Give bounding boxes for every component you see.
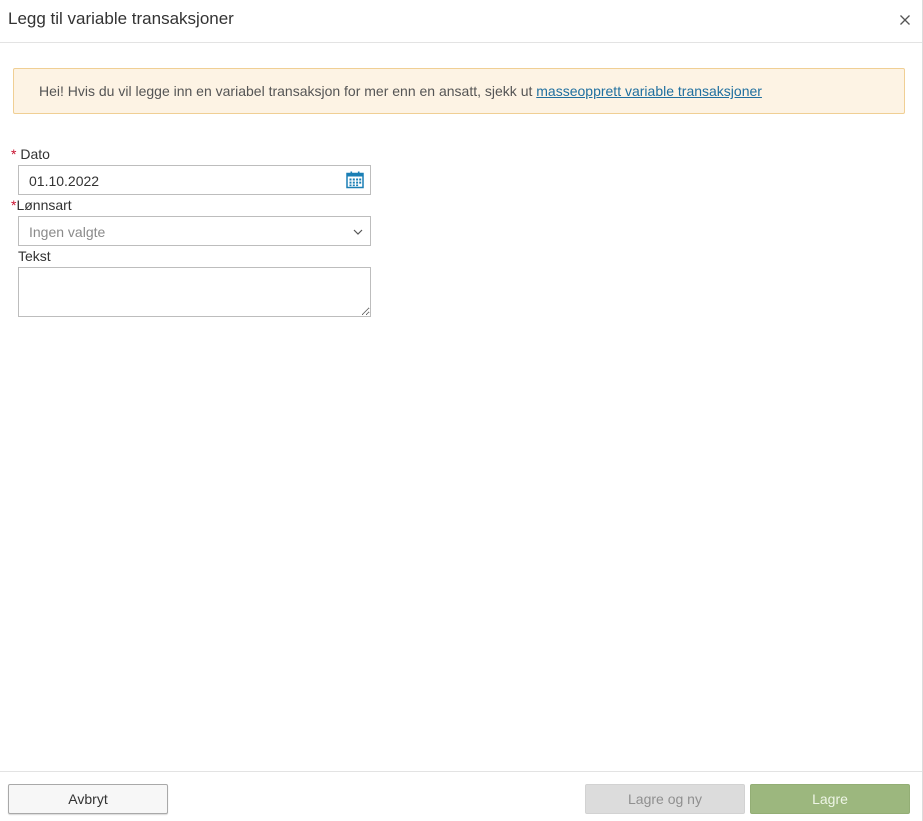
cancel-button[interactable]: Avbryt [8, 784, 168, 814]
text-input[interactable] [18, 267, 371, 317]
date-label-text: Dato [20, 146, 50, 162]
pay-type-label-text: Lønnsart [16, 197, 72, 213]
dialog-footer: Avbryt Lagre og ny Lagre [0, 771, 922, 821]
dialog-title: Legg til variable transaksjoner [8, 9, 234, 28]
save-button[interactable]: Lagre [750, 784, 910, 814]
mass-create-link[interactable]: masseopprett variable transaksjoner [536, 83, 762, 99]
alert-text: Hei! Hvis du vil legge inn en variabel t… [39, 83, 537, 99]
text-label: Tekst [18, 248, 51, 264]
close-icon [900, 15, 910, 25]
date-value: 01.10.2022 [29, 173, 100, 189]
calendar-icon [346, 171, 364, 189]
pay-type-value: Ingen valgte [29, 224, 106, 240]
pay-type-select[interactable]: Ingen valgte [18, 216, 371, 246]
save-and-new-button[interactable]: Lagre og ny [585, 784, 745, 814]
add-variable-transactions-dialog: Legg til variable transaksjoner Hei! Hvi… [0, 0, 923, 821]
alert-message: Hei! Hvis du vil legge inn en variabel t… [39, 83, 762, 99]
date-picker-button[interactable] [345, 170, 365, 190]
info-alert: Hei! Hvis du vil legge inn en variabel t… [13, 68, 905, 114]
close-button[interactable] [896, 11, 914, 29]
dialog-header: Legg til variable transaksjoner [0, 0, 922, 43]
required-marker: * [11, 146, 17, 162]
date-label: * Dato [11, 146, 50, 162]
date-field[interactable]: 01.10.2022 [18, 165, 371, 195]
pay-type-label: *Lønnsart [11, 197, 72, 213]
chevron-down-icon [353, 229, 363, 235]
